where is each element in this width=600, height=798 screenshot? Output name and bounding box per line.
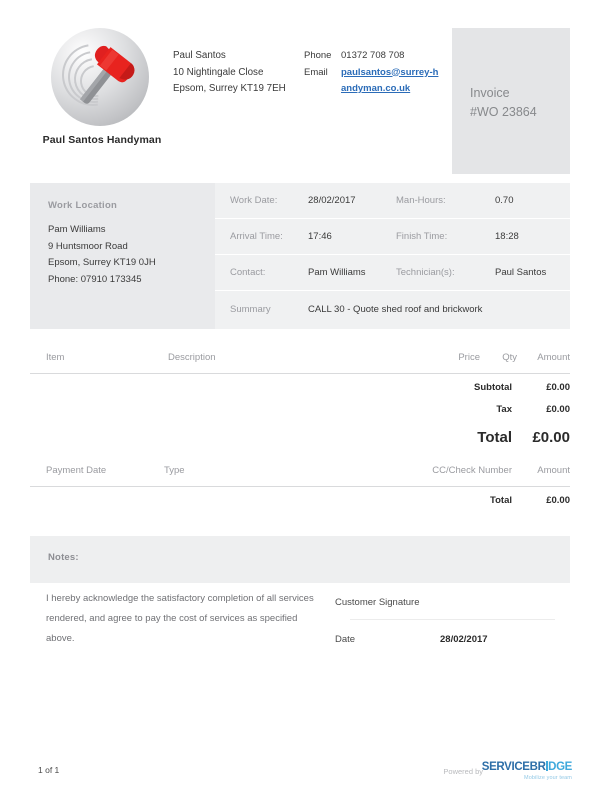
- subtotal-row: Subtotal £0.00: [30, 382, 570, 404]
- subtotal-label: Subtotal: [474, 382, 512, 393]
- company-name: Paul Santos Handyman: [42, 134, 162, 146]
- grand-total-label: Total: [477, 429, 512, 446]
- details-row-work-date: Work Date: 28/02/2017 Man-Hours: 0.70: [215, 183, 570, 219]
- payments-table-header: Payment Date Type CC/Check Number Amount: [30, 465, 570, 487]
- powered-by-label: Powered by: [443, 767, 483, 776]
- work-location-line-2: 9 Huntsmoor Road: [48, 240, 128, 252]
- servicebridge-logo: SERVICEBR DGE Mobilize your team: [482, 761, 572, 781]
- arrival-time-label: Arrival Time:: [230, 231, 283, 242]
- acknowledgement-text: I hereby acknowledge the satisfactory co…: [46, 593, 314, 644]
- finish-time-value: 18:28: [495, 231, 519, 242]
- document-header: Invoice #WO 23864 Paul Santos Handyman P…: [0, 0, 600, 175]
- summary-value: CALL 30 - Quote shed roof and brickwork: [308, 303, 483, 315]
- brand-part-2: DGE: [548, 761, 572, 773]
- invoice-label: Invoice: [470, 86, 510, 100]
- arrival-time-value: 17:46: [308, 231, 332, 242]
- column-header-item: Item: [46, 352, 65, 363]
- contact-label: Contact:: [230, 267, 266, 278]
- company-address: Paul Santos 10 Nightingale Close Epsom, …: [173, 48, 286, 98]
- column-header-payment-date: Payment Date: [46, 465, 107, 476]
- signature-date-row: Date 28/02/2017: [335, 634, 570, 671]
- column-header-qty: Qty: [502, 352, 517, 363]
- work-date-value: 28/02/2017: [308, 195, 356, 206]
- phone-label: Phone: [304, 50, 332, 61]
- man-hours-value: 0.70: [495, 195, 514, 206]
- payments-table: Payment Date Type CC/Check Number Amount…: [30, 465, 570, 517]
- payments-total-value: £0.00: [546, 495, 570, 506]
- items-table-header: Item Description Price Qty Amount: [30, 352, 570, 374]
- signature-line: [350, 619, 555, 620]
- work-location-title: Work Location: [48, 200, 118, 211]
- notes-band: Notes:: [30, 536, 570, 583]
- work-location-panel: Work Location Pam Williams 9 Huntsmoor R…: [30, 183, 215, 329]
- signature-block: Customer Signature Date 28/02/2017: [335, 597, 570, 671]
- work-location-line-3: Epsom, Surrey KT19 0JH: [48, 257, 156, 268]
- page-indicator: 1 of 1: [38, 765, 60, 775]
- finish-time-label: Finish Time:: [396, 231, 448, 242]
- customer-signature-label: Customer Signature: [335, 597, 420, 608]
- address-line-1: Paul Santos: [173, 50, 226, 61]
- grand-total-value: £0.00: [532, 429, 570, 446]
- invoice-number-panel: Invoice #WO 23864: [452, 28, 570, 174]
- column-header-amount: Amount: [537, 352, 570, 363]
- payments-total-row: Total £0.00: [30, 495, 570, 517]
- contact-value: Pam Williams: [308, 267, 366, 278]
- details-row-arrival-time: Arrival Time: 17:46 Finish Time: 18:28: [215, 219, 570, 255]
- work-location-line-4: Phone: 07910 173345: [48, 273, 142, 285]
- column-header-cc-check-number: CC/Check Number: [432, 465, 512, 476]
- invoice-number: #WO 23864: [470, 105, 537, 119]
- document-footer: 1 of 1 Powered by SERVICEBR DGE Mobilize …: [0, 760, 600, 790]
- column-header-price: Price: [458, 352, 480, 363]
- work-date-label: Work Date:: [230, 195, 278, 206]
- technician-label: Technician(s):: [396, 267, 455, 278]
- signature-date-value: 28/02/2017: [440, 634, 488, 645]
- address-line-3: Epsom, Surrey KT19 7EH: [173, 83, 286, 94]
- tax-label: Tax: [496, 404, 512, 415]
- items-rows-empty: [30, 374, 570, 382]
- payments-rows-empty: [30, 487, 570, 495]
- hammer-sphere-icon: [51, 28, 149, 126]
- column-header-payment-amount: Amount: [537, 465, 570, 476]
- email-link[interactable]: paulsantos@surrey-handyman.co.uk: [341, 65, 439, 98]
- tax-value: £0.00: [546, 404, 570, 415]
- work-location-lines: Pam Williams 9 Huntsmoor Road Epsom, Sur…: [48, 222, 215, 288]
- details-table: Work Date: 28/02/2017 Man-Hours: 0.70 Ar…: [215, 183, 570, 329]
- technician-value: Paul Santos: [495, 267, 547, 278]
- email-label: Email: [304, 66, 328, 78]
- items-table: Item Description Price Qty Amount Subtot…: [30, 352, 570, 454]
- email-row: Email paulsantos@surrey-handyman.co.uk: [304, 65, 439, 98]
- subtotal-value: £0.00: [546, 382, 570, 393]
- tax-row: Tax £0.00: [30, 404, 570, 426]
- payments-total-label: Total: [490, 495, 512, 506]
- man-hours-label: Man-Hours:: [396, 195, 446, 206]
- job-details-block: Work Location Pam Williams 9 Huntsmoor R…: [30, 183, 570, 329]
- signature-date-label: Date: [335, 634, 356, 645]
- company-contact: Phone 01372 708 708 Email paulsantos@sur…: [304, 48, 439, 98]
- summary-label: Summary: [230, 303, 271, 315]
- invoice-page: Invoice #WO 23864 Paul Santos Handyman P…: [0, 0, 600, 798]
- address-line-2: 10 Nightingale Close: [173, 66, 264, 78]
- invoice-number-block: Invoice #WO 23864: [470, 84, 537, 122]
- column-header-description: Description: [168, 352, 216, 363]
- servicebridge-wordmark: SERVICEBR DGE: [482, 761, 572, 774]
- work-location-line-1: Pam Williams: [48, 224, 106, 235]
- company-logo: Paul Santos Handyman: [42, 28, 162, 153]
- brand-tagline: Mobilize your team: [524, 775, 572, 781]
- phone-row: Phone 01372 708 708: [304, 48, 439, 65]
- notes-label: Notes:: [48, 552, 79, 563]
- phone-value: 01372 708 708: [341, 50, 405, 61]
- brand-part-1: SERVICEBR: [481, 761, 546, 773]
- column-header-type: Type: [164, 465, 185, 476]
- details-row-contact: Contact: Pam Williams Technician(s): Pau…: [215, 255, 570, 291]
- customer-signature-row: Customer Signature: [335, 597, 570, 634]
- details-row-summary: Summary CALL 30 - Quote shed roof and br…: [215, 291, 570, 327]
- grand-total-row: Total £0.00: [30, 426, 570, 454]
- hammer-icon: [79, 45, 135, 104]
